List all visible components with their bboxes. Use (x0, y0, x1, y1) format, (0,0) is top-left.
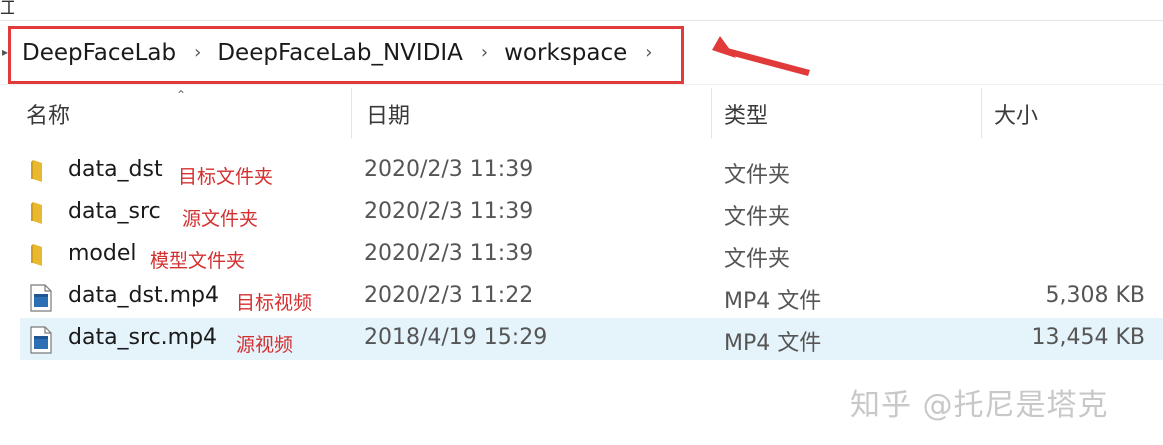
chevron-right-icon[interactable]: › (481, 42, 488, 63)
breadcrumb-item[interactable]: DeepFaceLab (20, 40, 178, 66)
column-divider[interactable] (351, 88, 352, 138)
column-name[interactable]: 名称 (26, 98, 70, 130)
file-name: model (68, 241, 137, 266)
file-date: 2020/2/3 11:39 (364, 157, 534, 182)
annotation-note: 目标文件夹 (178, 166, 274, 188)
annotation-note: 源视频 (236, 334, 294, 356)
video-file-icon (30, 284, 52, 318)
file-name: data_dst (68, 157, 163, 182)
chevron-right-icon: ▸ (2, 45, 9, 59)
breadcrumb-item[interactable]: DeepFaceLab_NVIDIA (215, 40, 465, 66)
file-date: 2018/4/19 15:29 (364, 325, 548, 350)
file-type: MP4 文件 (724, 289, 822, 314)
menu-partial-label[interactable]: 工具 (0, 0, 14, 20)
folder-icon (30, 242, 52, 274)
file-date: 2020/2/3 11:39 (364, 199, 534, 224)
file-row[interactable]: data_src 源文件夹 2020/2/3 11:39 文件夹 (20, 192, 1163, 234)
column-size[interactable]: 大小 (994, 98, 1038, 130)
file-row[interactable]: data_dst 目标文件夹 2020/2/3 11:39 文件夹 (20, 150, 1163, 192)
file-row-selected[interactable]: data_src.mp4 源视频 2018/4/19 15:29 MP4 文件 … (20, 318, 1163, 360)
file-type: 文件夹 (724, 247, 791, 272)
column-date[interactable]: 日期 (366, 98, 410, 130)
video-file-icon (30, 326, 52, 360)
menu-strip: 工具 (0, 0, 1163, 21)
chevron-right-icon[interactable]: › (645, 42, 652, 63)
chevron-right-icon[interactable]: › (194, 42, 201, 63)
annotation-arrow (712, 36, 810, 76)
file-type: MP4 文件 (724, 331, 822, 356)
file-type: 文件夹 (724, 205, 791, 230)
annotation-note: 源文件夹 (182, 208, 259, 230)
column-type[interactable]: 类型 (724, 98, 768, 130)
file-size: 5,308 KB (1045, 283, 1146, 308)
address-bar[interactable]: ▸ DeepFaceLab › DeepFaceLab_NVIDIA › wor… (0, 22, 1163, 85)
sort-caret-icon[interactable]: ⌃ (176, 88, 186, 102)
folder-icon (30, 158, 52, 190)
file-name: data_dst.mp4 (68, 283, 219, 308)
file-name: data_src (68, 199, 161, 224)
annotation-note: 目标视频 (236, 292, 313, 314)
file-row[interactable]: model 模型文件夹 2020/2/3 11:39 文件夹 (20, 234, 1163, 276)
column-divider[interactable] (981, 88, 982, 138)
column-header: ⌃ 名称 日期 类型 大小 (0, 88, 1163, 138)
file-date: 2020/2/3 11:39 (364, 241, 534, 266)
watermark: 知乎 @托尼是塔克 (850, 388, 1109, 423)
annotation-note: 模型文件夹 (150, 250, 246, 272)
file-row[interactable]: data_dst.mp4 目标视频 2020/2/3 11:22 MP4 文件 … (20, 276, 1163, 318)
breadcrumb: DeepFaceLab › DeepFaceLab_NVIDIA › works… (20, 37, 666, 69)
folder-icon (30, 200, 52, 232)
file-date: 2020/2/3 11:22 (364, 283, 534, 308)
column-divider[interactable] (711, 88, 712, 138)
file-type: 文件夹 (724, 163, 791, 188)
file-size: 13,454 KB (1031, 325, 1146, 350)
file-name: data_src.mp4 (68, 325, 218, 350)
breadcrumb-item[interactable]: workspace (502, 40, 629, 66)
